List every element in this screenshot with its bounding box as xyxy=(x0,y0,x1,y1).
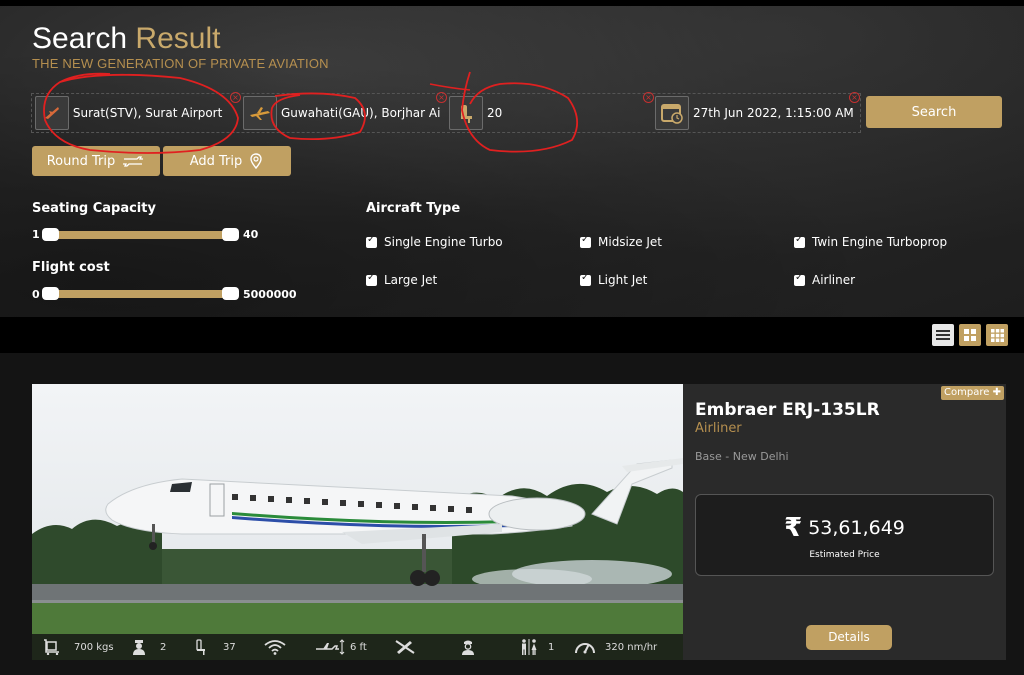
spec-headroom-value: 6 ft xyxy=(350,641,367,653)
seating-min-label: 1 xyxy=(32,228,40,241)
rupee-icon: ₹ xyxy=(784,513,803,543)
checkbox-checked-icon xyxy=(366,234,377,248)
spec-lavatory: 1 xyxy=(519,639,554,655)
date-field[interactable]: 27th Jun 2022, 1:15:00 AM × xyxy=(652,92,860,132)
price-caption: Estimated Price xyxy=(809,550,880,560)
round-trip-plane-icon xyxy=(123,156,144,167)
checkbox-label: Midsize Jet xyxy=(598,235,663,249)
spec-baggage: 700 kgs xyxy=(43,639,114,655)
aircraft-type-heading: Aircraft Type xyxy=(366,201,461,216)
estimated-price: ₹53,61,649 xyxy=(696,513,993,543)
page-title-word1: Search xyxy=(32,22,128,55)
to-value: Guwahati(GAU), Borjhar Airport xyxy=(281,106,441,120)
passengers-value: 20 xyxy=(487,106,503,120)
aircraft-model: Embraer ERJ-135LR xyxy=(695,400,880,420)
compare-label: Compare xyxy=(944,387,990,398)
seating-capacity-slider[interactable] xyxy=(42,228,239,241)
spec-no-smoking xyxy=(394,638,416,656)
page-title-word2: Result xyxy=(135,22,221,55)
aircraft-airliner-checkbox[interactable]: Airliner xyxy=(794,272,856,287)
to-field[interactable]: Guwahati(GAU), Borjhar Airport × xyxy=(240,92,447,132)
seating-capacity-heading: Seating Capacity xyxy=(32,201,156,216)
spec-speed-value: 320 nm/hr xyxy=(605,641,658,653)
search-bar: Surat(STV), Surat Airport × Guwahati(GAU… xyxy=(31,92,861,133)
from-field[interactable]: Surat(STV), Surat Airport × xyxy=(32,92,241,132)
aircraft-category: Airliner xyxy=(695,421,742,436)
cost-max-label: 5000000 xyxy=(243,288,297,301)
spec-lavatory-value: 1 xyxy=(548,641,555,653)
spec-seats-value: 37 xyxy=(223,641,236,653)
aircraft-base: Base - New Delhi xyxy=(695,450,789,463)
luggage-cart-icon xyxy=(44,639,59,655)
list-view-icon[interactable] xyxy=(932,324,954,346)
checkbox-checked-icon xyxy=(366,272,377,286)
spec-wifi xyxy=(264,639,286,655)
aircraft-light-jet-checkbox[interactable]: Light Jet xyxy=(580,272,648,287)
calendar-icon xyxy=(655,96,689,130)
spec-seats: 37 xyxy=(194,639,236,655)
no-smoking-plane-icon xyxy=(395,640,415,654)
seat-icon xyxy=(449,96,483,130)
plus-icon: ✚ xyxy=(992,387,1001,398)
search-button[interactable]: Search xyxy=(866,96,1002,128)
checkbox-label: Airliner xyxy=(812,273,856,287)
price-value: 53,61,649 xyxy=(808,517,905,539)
aircraft-single-engine-turbo-checkbox[interactable]: Single Engine Turbo xyxy=(366,234,503,249)
checkbox-label: Large Jet xyxy=(384,273,438,287)
cabin-height-icon xyxy=(316,639,345,655)
arrival-plane-icon xyxy=(243,96,277,130)
checkbox-checked-icon xyxy=(580,272,591,286)
wifi-icon xyxy=(264,640,286,655)
clear-date-icon[interactable]: × xyxy=(849,92,860,103)
add-trip-label: Add Trip xyxy=(189,153,243,169)
pilot-icon xyxy=(133,640,145,655)
details-button[interactable]: Details xyxy=(806,625,892,650)
speedometer-icon xyxy=(575,643,595,654)
view-toolbar xyxy=(0,317,1024,353)
add-trip-button[interactable]: Add Trip xyxy=(163,146,291,176)
flight-attendant-icon xyxy=(462,640,474,655)
page-subtitle: THE NEW GENERATION OF PRIVATE AVIATION xyxy=(32,56,329,71)
checkbox-checked-icon xyxy=(794,234,805,248)
aircraft-specs-bar: 700 kgs 2 37 6 ft 1 320 nm/hr xyxy=(32,634,683,660)
seating-max-handle[interactable] xyxy=(222,228,239,241)
spec-baggage-value: 700 kgs xyxy=(74,641,114,653)
aircraft-twin-engine-turboprop-checkbox[interactable]: Twin Engine Turboprop xyxy=(794,234,948,249)
passengers-field[interactable]: 20 × xyxy=(446,92,654,132)
grid-view-icon[interactable] xyxy=(959,324,981,346)
flight-cost-slider[interactable] xyxy=(42,287,239,300)
cost-max-handle[interactable] xyxy=(222,287,239,300)
checkbox-label: Twin Engine Turboprop xyxy=(812,235,948,249)
spec-crew-value: 2 xyxy=(160,641,167,653)
departure-plane-icon xyxy=(35,96,69,130)
page-title: Search Result xyxy=(32,22,220,56)
round-trip-label: Round Trip xyxy=(46,153,116,169)
spec-headroom: 6 ft xyxy=(315,639,367,655)
seating-max-label: 40 xyxy=(243,228,259,241)
round-trip-button[interactable]: Round Trip xyxy=(32,146,160,176)
spec-attendant xyxy=(460,639,476,655)
checkbox-checked-icon xyxy=(794,272,805,286)
spec-speed: 320 nm/hr xyxy=(574,638,657,656)
cost-min-handle[interactable] xyxy=(42,287,59,300)
aircraft-photo xyxy=(32,384,683,660)
flight-cost-heading: Flight cost xyxy=(32,260,110,275)
seating-min-handle[interactable] xyxy=(42,228,59,241)
checkbox-label: Single Engine Turbo xyxy=(384,235,503,249)
compare-button[interactable]: Compare ✚ xyxy=(941,386,1004,400)
date-value: 27th Jun 2022, 1:15:00 AM xyxy=(693,106,854,120)
large-grid-view-icon[interactable] xyxy=(986,324,1008,346)
from-value: Surat(STV), Surat Airport xyxy=(72,106,223,120)
location-pin-icon xyxy=(250,153,262,170)
spec-crew: 2 xyxy=(131,639,166,655)
seat-spec-icon xyxy=(196,639,205,655)
cost-min-label: 0 xyxy=(32,288,40,301)
checkbox-checked-icon xyxy=(580,234,591,248)
checkbox-label: Light Jet xyxy=(598,273,648,287)
aircraft-midsize-jet-checkbox[interactable]: Midsize Jet xyxy=(580,234,663,249)
aircraft-large-jet-checkbox[interactable]: Large Jet xyxy=(366,272,438,287)
restroom-icon xyxy=(522,639,537,655)
price-box: ₹53,61,649 Estimated Price xyxy=(695,494,994,576)
